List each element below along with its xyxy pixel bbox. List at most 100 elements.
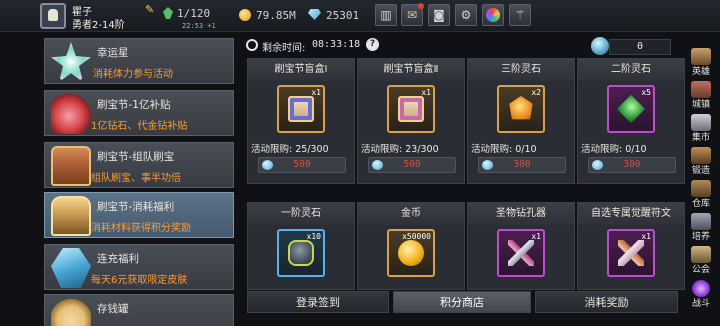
item-frame[interactable]: x1 xyxy=(607,229,655,277)
event-item-team-farming[interactable]: 刷宝节-组队刷宝 组队刷宝、事半功倍 xyxy=(44,142,234,188)
theme-button[interactable] xyxy=(482,4,504,26)
shop-item-card[interactable]: 三阶灵石 x2 活动限购: 0/10 300 xyxy=(467,58,575,184)
nav-warehouse[interactable]: 仓库 xyxy=(684,180,718,211)
item-frame[interactable]: x1 xyxy=(387,85,435,133)
nav-battle[interactable]: 战斗 xyxy=(684,280,718,311)
hero-icon xyxy=(691,48,711,65)
item-count: x10 xyxy=(306,232,321,241)
event-title: 存钱罐 xyxy=(97,303,129,315)
diamond-value: 25301 xyxy=(326,9,360,22)
shop-icon: ▥ xyxy=(380,8,392,22)
shop-item-card[interactable]: 圣物钻孔器 x1 xyxy=(467,202,575,290)
buy-button[interactable]: 300 xyxy=(588,157,676,173)
nav-train[interactable]: 培养 xyxy=(684,213,718,244)
nav-label: 仓库 xyxy=(691,199,710,209)
diamond-icon xyxy=(308,9,321,20)
shop-item-card[interactable]: 刷宝节盲盒Ⅰ x1 活动限购: 25/300 500 xyxy=(247,58,355,184)
item-name: 自选专属觉醒符文 xyxy=(578,203,684,225)
buy-button[interactable]: 500 xyxy=(368,157,456,173)
buy-button[interactable]: 300 xyxy=(478,157,566,173)
nav-hero[interactable]: 英雄 xyxy=(684,48,718,79)
chest-icon xyxy=(51,146,91,186)
tab-login-checkin[interactable]: 登录签到 xyxy=(247,291,389,313)
gamepad-icon: ◙ xyxy=(433,8,445,22)
event-item-recharge[interactable]: 连充福利 每天6元获取限定皮肤 xyxy=(44,244,234,290)
mail-icon: ✉ xyxy=(406,8,418,22)
item-count: x1 xyxy=(641,232,651,241)
player-avatar[interactable] xyxy=(40,3,66,29)
nav-label: 培养 xyxy=(691,232,710,242)
item-count: x1 xyxy=(421,88,431,97)
open-chest-icon xyxy=(51,196,91,236)
item-frame[interactable]: x5 xyxy=(607,85,655,133)
event-desc: 消耗材料获得积分奖励 xyxy=(91,223,191,234)
gold-value: 79.85M xyxy=(256,9,296,22)
forge-icon xyxy=(691,147,711,164)
event-title: 刷宝节-1亿补贴 xyxy=(97,99,171,111)
shop-item-card[interactable]: 刷宝节盲盒Ⅱ x1 活动限购: 23/300 500 xyxy=(357,58,465,184)
event-list: 幸运星 消耗体力参与活动 刷宝节-1亿补贴 1亿钻石、代金钻补贴 刷宝节-组队刷… xyxy=(44,38,234,326)
event-desc: 组队刷宝、事半功倍 xyxy=(91,173,181,184)
tab-consume-reward[interactable]: 消耗奖励 xyxy=(535,291,678,313)
purchase-limit: 活动限购: 25/300 xyxy=(251,144,329,155)
item-name: 金币 xyxy=(358,203,464,225)
shop-item-card[interactable]: 一阶灵石 x10 xyxy=(247,202,355,290)
pink-mystery-box-icon xyxy=(398,96,424,122)
event-item-lucky-star[interactable]: 幸运星 消耗体力参与活动 xyxy=(44,38,234,84)
item-name: 三阶灵石 xyxy=(468,59,574,81)
nav-forge[interactable]: 锻造 xyxy=(684,147,718,178)
gamepad-button[interactable]: ◙ xyxy=(428,4,450,26)
market-icon xyxy=(691,114,711,131)
item-frame[interactable]: x50000 xyxy=(387,229,435,277)
item-frame[interactable]: x1 xyxy=(277,85,325,133)
gold-coin-icon xyxy=(398,240,424,266)
event-title: 幸运星 xyxy=(97,47,129,59)
right-nav: 英雄 城镇 集市 锻造 仓库 培养 公会 战斗 xyxy=(684,44,720,326)
purchase-limit: 活动限购: 23/300 xyxy=(361,144,439,155)
event-item-subsidy[interactable]: 刷宝节-1亿补贴 1亿钻石、代金钻补贴 xyxy=(44,90,234,136)
event-item-consume-bonus[interactable]: 刷宝节-消耗福利 消耗材料获得积分奖励 xyxy=(44,192,234,238)
tab-points-shop[interactable]: 积分商店 xyxy=(393,291,531,313)
shop-item-card[interactable]: 二阶灵石 x5 活动限购: 0/10 300 xyxy=(577,58,685,184)
crystal-icon xyxy=(51,248,91,288)
mail-button[interactable]: ✉ xyxy=(401,3,424,26)
nav-label: 公会 xyxy=(691,265,710,275)
price: 500 xyxy=(403,159,421,170)
event-title: 刷宝节-组队刷宝 xyxy=(97,151,175,163)
dark-stone-icon xyxy=(288,240,314,266)
drill-icon xyxy=(508,240,534,266)
item-frame[interactable]: x10 xyxy=(277,229,325,277)
price: 300 xyxy=(513,159,531,170)
gear-icon: ⚙ xyxy=(460,8,472,22)
shop-item-card[interactable]: 金币 x50000 xyxy=(357,202,465,290)
nav-label: 锻造 xyxy=(691,166,710,176)
points-shop-panel: 剩余时间: 08:33:18 ? 0 刷宝节盲盒Ⅰ x1 活动限购: 25/30… xyxy=(240,34,685,326)
item-frame[interactable]: x2 xyxy=(497,85,545,133)
clock-icon xyxy=(246,39,258,51)
event-desc: 消耗体力参与活动 xyxy=(93,69,173,80)
help-icon[interactable]: ? xyxy=(366,38,379,51)
item-count: x5 xyxy=(641,88,651,97)
wand-button[interactable]: ⚚ xyxy=(509,4,531,26)
nav-label: 英雄 xyxy=(691,67,710,77)
nav-market[interactable]: 集市 xyxy=(684,114,718,145)
price: 300 xyxy=(623,159,641,170)
nav-guild[interactable]: 公会 xyxy=(684,246,718,277)
settings-button[interactable]: ⚙ xyxy=(455,4,477,26)
event-desc: 每天6元获取限定皮肤 xyxy=(91,275,188,286)
stamina-timer: 22:53 +1 xyxy=(182,22,216,30)
event-item-piggy-bank[interactable]: 存钱罐 xyxy=(44,294,234,326)
item-frame[interactable]: x1 xyxy=(497,229,545,277)
nav-town[interactable]: 城镇 xyxy=(684,81,718,112)
shop-button[interactable]: ▥ xyxy=(375,4,397,26)
star-icon xyxy=(51,42,91,82)
shop-item-card[interactable]: 自选专属觉醒符文 x1 xyxy=(577,202,685,290)
nav-label: 战斗 xyxy=(691,299,710,309)
nav-label: 集市 xyxy=(691,133,710,143)
town-icon xyxy=(691,81,711,98)
stamina-value: 1/120 xyxy=(177,7,211,20)
train-icon xyxy=(691,213,711,230)
sack-icon xyxy=(51,94,91,134)
buy-button[interactable]: 500 xyxy=(258,157,346,173)
edit-name-icon[interactable]: ✎ xyxy=(145,4,157,16)
